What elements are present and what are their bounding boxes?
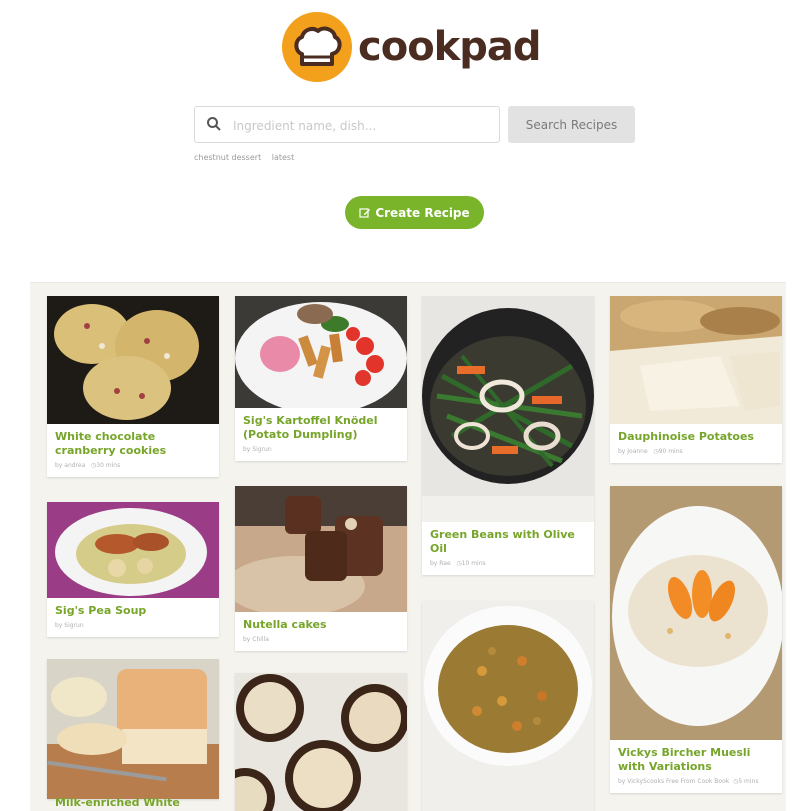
recipe-author: by VickyScooks Free From Cook Book: [618, 778, 730, 785]
recipe-author: by Chilla: [243, 636, 269, 643]
search-icon: [206, 116, 222, 136]
brand-name: cookpad: [358, 24, 542, 70]
recipe-card[interactable]: Nutella cakes by Chilla: [235, 486, 407, 651]
recipe-feed: White chocolate cranberry cookies by and…: [30, 282, 786, 811]
recipe-card[interactable]: Sig's Kartoffel Knödel (Potato Dumpling)…: [235, 296, 407, 461]
recipe-card[interactable]: [47, 659, 219, 799]
recipe-photo[interactable]: [422, 296, 594, 522]
recipe-author: by Sigrun: [243, 446, 272, 453]
recipe-card[interactable]: Dauphinoise Potatoes by Joanne ◷90 mins: [610, 296, 782, 463]
recipe-author: by Sigrun: [55, 622, 84, 629]
recipe-author: by andrea: [55, 462, 86, 469]
recipe-title[interactable]: Green Beans with Olive Oil: [430, 528, 586, 556]
search-suggestions: chestnut dessert latest: [194, 153, 302, 162]
recipe-meta: by Chilla: [243, 636, 399, 643]
recipe-photo[interactable]: [235, 296, 407, 408]
recipe-photo[interactable]: [47, 502, 219, 598]
create-recipe-label: Create Recipe: [375, 205, 470, 220]
recipe-author: by Rae: [430, 560, 451, 567]
recipe-card[interactable]: [422, 601, 594, 811]
recipe-photo[interactable]: [610, 486, 782, 740]
suggestion-link[interactable]: latest: [272, 153, 295, 162]
search-recipes-button[interactable]: Search Recipes: [508, 106, 635, 143]
edit-icon: [359, 207, 371, 218]
recipe-photo[interactable]: [610, 296, 782, 424]
recipe-photo[interactable]: [47, 296, 219, 424]
recipe-card[interactable]: Vickys Bircher Muesli with Variations by…: [610, 486, 782, 793]
recipe-author: by Joanne: [618, 448, 648, 455]
recipe-title[interactable]: Vickys Bircher Muesli with Variations: [618, 746, 774, 774]
recipe-photo[interactable]: [422, 601, 594, 811]
recipe-time: 30 mins: [96, 462, 121, 469]
cookpad-logo[interactable]: cookpad: [282, 12, 542, 82]
recipe-title[interactable]: White chocolate cranberry cookies: [55, 430, 211, 458]
recipe-meta: by Joanne ◷90 mins: [618, 448, 774, 455]
recipe-title[interactable]: Milk-enriched White: [55, 796, 180, 809]
recipe-title[interactable]: Dauphinoise Potatoes: [618, 430, 774, 444]
recipe-meta: by andrea ◷30 mins: [55, 462, 211, 469]
recipe-title[interactable]: Sig's Pea Soup: [55, 604, 211, 618]
recipe-card[interactable]: [235, 673, 407, 811]
recipe-meta: by Rae ◷10 mins: [430, 560, 586, 567]
suggestion-link[interactable]: chestnut dessert: [194, 153, 261, 162]
search-input[interactable]: [231, 112, 495, 140]
recipe-photo[interactable]: [47, 659, 219, 799]
recipe-time: 90 mins: [658, 448, 683, 455]
recipe-title[interactable]: Sig's Kartoffel Knödel (Potato Dumpling): [243, 414, 399, 442]
recipe-card[interactable]: Green Beans with Olive Oil by Rae ◷10 mi…: [422, 296, 594, 575]
recipe-meta: by VickyScooks Free From Cook Book ◷5 mi…: [618, 778, 774, 785]
recipe-time: 5 mins: [738, 778, 759, 785]
search-box[interactable]: [194, 106, 500, 143]
recipe-meta: by Sigrun: [243, 446, 399, 453]
recipe-photo[interactable]: [235, 486, 407, 612]
recipe-card[interactable]: White chocolate cranberry cookies by and…: [47, 296, 219, 477]
chef-hat-icon: [282, 12, 352, 82]
create-recipe-button[interactable]: Create Recipe: [345, 196, 484, 229]
recipe-photo[interactable]: [235, 673, 407, 811]
recipe-card[interactable]: Sig's Pea Soup by Sigrun: [47, 502, 219, 637]
header: cookpad Search Recipes chestnut dessert …: [0, 0, 796, 280]
recipe-time: 10 mins: [461, 560, 486, 567]
recipe-meta: by Sigrun: [55, 622, 211, 629]
recipe-title[interactable]: Nutella cakes: [243, 618, 399, 632]
